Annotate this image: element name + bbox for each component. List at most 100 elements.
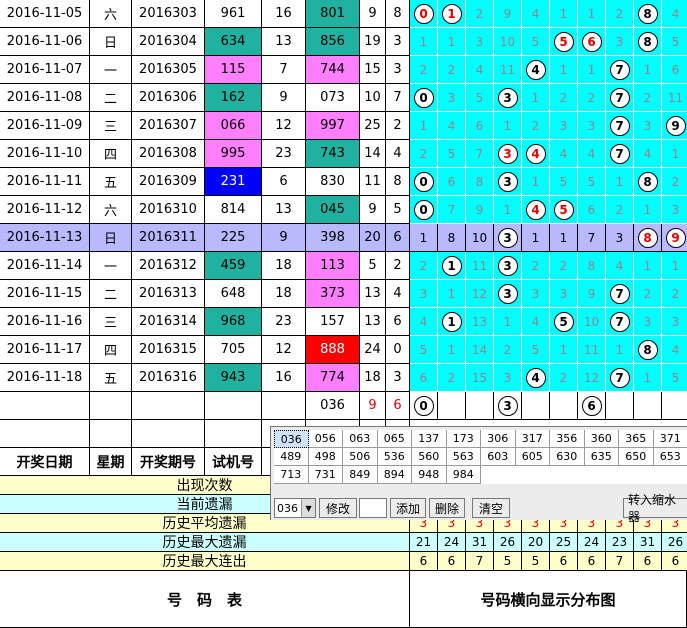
panel-select[interactable]: 036 ▼ (274, 498, 316, 518)
edit-button[interactable]: 修改 (319, 498, 357, 518)
panel-number[interactable]: 563 (446, 448, 481, 466)
panel-number[interactable]: 984 (446, 466, 481, 484)
stat-value: 24 (438, 533, 466, 552)
distribution-cell: 7 (438, 196, 466, 224)
number-ball: 8 (637, 31, 658, 52)
panel-number-selected[interactable]: 036 (274, 430, 309, 448)
distribution-cell: 4 (578, 140, 606, 168)
panel-number[interactable]: 498 (308, 448, 343, 466)
distribution-cell: 3 (550, 112, 578, 140)
weekday: 三 (90, 308, 132, 336)
chevron-down-icon[interactable]: ▼ (301, 499, 315, 517)
test-number: 968 (205, 308, 262, 336)
panel-number[interactable]: 653 (653, 448, 687, 466)
span-a: 10 (360, 84, 386, 112)
span-a: 25 (360, 112, 386, 140)
issue-number: 2016303 (132, 0, 205, 28)
panel-number[interactable]: 317 (515, 430, 550, 448)
panel-number[interactable]: 063 (343, 430, 378, 448)
panel-input[interactable] (359, 498, 387, 518)
test-number: 634 (205, 28, 262, 56)
next-row-cell (262, 392, 306, 420)
issue-number: 2016313 (132, 280, 205, 308)
span-b: 6 (386, 308, 410, 336)
panel-number[interactable]: 630 (550, 448, 585, 466)
draw-number: 774 (306, 364, 360, 392)
number-ball: 7 (609, 87, 630, 108)
number-ball: 7 (609, 367, 630, 388)
draw-number: 743 (306, 140, 360, 168)
transfer-to-filter-button[interactable]: 转入缩水器 (623, 493, 687, 524)
panel-number[interactable]: 360 (584, 430, 619, 448)
panel-number[interactable]: 948 (412, 466, 447, 484)
next-distribution-cell (522, 392, 550, 420)
panel-number[interactable]: 173 (446, 430, 481, 448)
distribution-cell: 6 (662, 56, 687, 84)
number-ball: 7 (609, 115, 630, 136)
distribution-cell: 4 (522, 56, 550, 84)
test-number: 648 (205, 280, 262, 308)
distribution-cell: 3 (550, 280, 578, 308)
distribution-cell: 15 (466, 364, 494, 392)
sum-value: 16 (262, 364, 306, 392)
distribution-cell: 11 (494, 56, 522, 84)
panel-number[interactable]: 056 (308, 430, 343, 448)
distribution-cell: 9 (662, 112, 687, 140)
distribution-cell: 5 (550, 28, 578, 56)
distribution-cell: 11 (466, 252, 494, 280)
panel-number[interactable]: 560 (412, 448, 447, 466)
stat-value: 31 (466, 533, 494, 552)
distribution-cell: 4 (662, 0, 687, 28)
header-issue: 开奖期号 (132, 448, 205, 476)
footer-left-title: 号 码 表 (0, 571, 410, 628)
distribution-cell: 5 (550, 168, 578, 196)
panel-number[interactable]: 365 (619, 430, 654, 448)
draw-number: 157 (306, 308, 360, 336)
panel-number[interactable]: 065 (377, 430, 412, 448)
draw-number: 373 (306, 280, 360, 308)
panel-number[interactable]: 306 (481, 430, 516, 448)
panel-number[interactable]: 605 (515, 448, 550, 466)
distribution-cell: 2 (634, 84, 662, 112)
draw-date: 2016-11-11 (0, 168, 90, 196)
panel-number[interactable]: 371 (653, 430, 687, 448)
number-ball: 0 (413, 3, 434, 24)
number-ball: 3 (497, 143, 518, 164)
clear-button[interactable]: 清空 (472, 498, 510, 518)
panel-number[interactable]: 650 (619, 448, 654, 466)
panel-number[interactable]: 713 (274, 466, 309, 484)
number-ball: 7 (609, 59, 630, 80)
distribution-cell: 1 (606, 168, 634, 196)
panel-number[interactable]: 731 (308, 466, 343, 484)
draw-date: 2016-11-12 (0, 196, 90, 224)
panel-number[interactable]: 894 (377, 466, 412, 484)
panel-number[interactable]: 603 (481, 448, 516, 466)
empty-cell (205, 420, 262, 448)
number-ball: 1 (441, 3, 462, 24)
panel-number[interactable]: 849 (343, 466, 378, 484)
distribution-cell: 11 (662, 84, 687, 112)
distribution-cell: 9 (662, 224, 687, 252)
distribution-cell: 11 (578, 336, 606, 364)
distribution-cell: 2 (606, 0, 634, 28)
distribution-cell: 2 (410, 140, 438, 168)
distribution-cell: 2 (662, 168, 687, 196)
draw-number: 398 (306, 224, 360, 252)
distribution-cell: 1 (494, 196, 522, 224)
next-distribution-cell (606, 392, 634, 420)
panel-number[interactable]: 536 (377, 448, 412, 466)
panel-number[interactable]: 506 (343, 448, 378, 466)
number-ball: 0 (413, 87, 434, 108)
sum-value: 9 (262, 224, 306, 252)
distribution-cell: 3 (410, 280, 438, 308)
panel-number[interactable]: 137 (412, 430, 447, 448)
span-a: 9 (360, 196, 386, 224)
panel-number[interactable]: 635 (584, 448, 619, 466)
delete-button[interactable]: 删除 (429, 498, 465, 518)
header-weekday: 星期 (90, 448, 132, 476)
issue-number: 2016307 (132, 112, 205, 140)
panel-number[interactable]: 489 (274, 448, 309, 466)
add-button[interactable]: 添加 (390, 498, 426, 518)
sum-value: 13 (262, 196, 306, 224)
panel-number[interactable]: 356 (550, 430, 585, 448)
